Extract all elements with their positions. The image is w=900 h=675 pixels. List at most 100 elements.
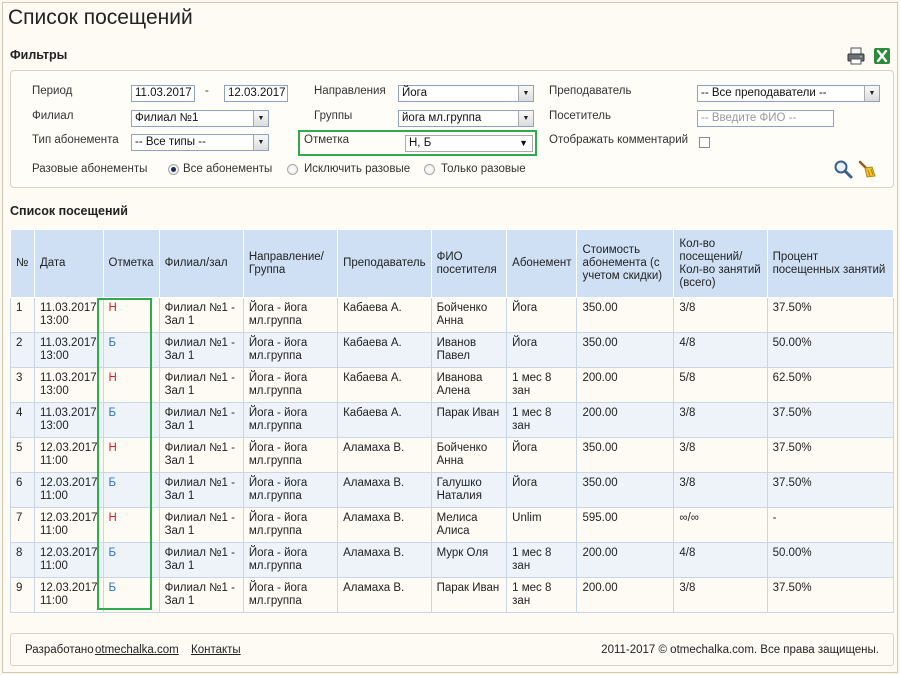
cell-visitor-line1: Мелиса [436, 512, 478, 524]
cell-percent-line1: - [772, 512, 777, 524]
cell-percent: 50.00% [766, 332, 895, 368]
cell-direction-line2: мл.группа [248, 455, 302, 467]
cell-subscription-line1: 1 мес 8 зан [512, 407, 552, 432]
printer-icon[interactable] [846, 46, 866, 66]
cell-num-line1: 6 [16, 477, 23, 489]
col-header-num: № [10, 229, 35, 298]
cell-branch-line2: Зал 1 [164, 385, 195, 397]
cell-direction-line1: Йога - йога [248, 337, 308, 349]
cell-price-line1: 350.00 [582, 442, 618, 454]
col-header-mark: Отметка [102, 229, 160, 298]
cell-count: 3/8 [673, 437, 768, 473]
cell-num: 5 [10, 437, 35, 473]
cell-visitor: Бойченко Анна [430, 297, 508, 333]
col-header-teacher: Преподаватель [337, 229, 432, 298]
cell-direction-line1: Йога - йога [248, 512, 308, 524]
radio-only-label: Только разовые [441, 163, 526, 175]
cell-date: 11.03.2017 13:00 [33, 402, 104, 438]
cell-direction-line2: мл.группа [248, 595, 302, 607]
cell-date-line1: 11.03.2017 [39, 302, 97, 314]
radio-only[interactable] [424, 164, 435, 175]
cell-direction: Йога - йога мл.группа [242, 472, 339, 508]
subscription-type-label: Тип абонемента [32, 134, 119, 146]
groups-select-value: йога мл.группа [402, 112, 482, 124]
cell-teacher-line1: Аламаха В. [343, 582, 405, 594]
cell-count-line1: 3/8 [679, 477, 696, 489]
footer-developed-by: Разработано [25, 644, 94, 656]
footer-contacts-link[interactable]: Контакты [191, 644, 241, 656]
cell-visitor-line2: Наталия [436, 490, 482, 502]
period-from-input[interactable]: 11.03.2017 [131, 85, 195, 102]
cell-price-line1: 200.00 [582, 372, 618, 384]
cell-branch-line1: Филиал №1 - [164, 477, 235, 489]
cell-subscription: 1 мес 8 зан [506, 577, 578, 613]
cell-branch-line1: Филиал №1 - [164, 547, 235, 559]
cell-branch: Филиал №1 - Зал 1 [158, 472, 244, 508]
cell-branch-line1: Филиал №1 - [164, 337, 235, 349]
cell-teacher: Кабаева А. [337, 367, 432, 403]
cell-date: 12.03.2017 11:00 [33, 507, 104, 543]
period-to-input[interactable]: 12.03.2017 [224, 85, 288, 102]
cell-num: 7 [10, 507, 35, 543]
cell-visitor: Иванов Павел [430, 332, 508, 368]
cell-direction-line2: мл.группа [248, 525, 302, 537]
cell-price: 350.00 [576, 437, 675, 473]
groups-select[interactable]: йога мл.группа ▼ [398, 110, 534, 127]
col-header-percent: Процент посещенных занятий [766, 229, 895, 298]
cell-subscription-line1: 1 мес 8 зан [512, 547, 552, 572]
cell-teacher-line1: Кабаева А. [343, 337, 402, 349]
cell-percent-line1: 62.50% [772, 372, 812, 384]
excel-icon[interactable] [872, 46, 892, 66]
radio-all[interactable] [168, 164, 179, 175]
directions-label: Направления [314, 85, 386, 97]
cell-branch-line2: Зал 1 [164, 560, 195, 572]
cell-count-line1: 3/8 [679, 302, 696, 314]
visitor-input[interactable]: -- Введите ФИО -- [697, 110, 834, 127]
cell-percent-line1: 37.50% [772, 477, 812, 489]
cell-num: 1 [10, 297, 35, 333]
col-header-date: Дата [33, 229, 104, 298]
chevron-down-icon: ▼ [864, 86, 879, 101]
magnifier-icon[interactable] [833, 159, 853, 179]
cell-branch-line1: Филиал №1 - [164, 372, 235, 384]
cell-percent-line1: 50.00% [772, 547, 812, 559]
cell-date-line1: 12.03.2017 [39, 582, 98, 594]
teacher-select[interactable]: -- Все преподаватели -- ▼ [697, 85, 880, 102]
cell-date-line2: 13:00 [39, 385, 69, 397]
cell-direction-line1: Йога - йога [248, 302, 308, 314]
footer-copyright: 2011-2017 © otmechalka.com. Все права за… [601, 644, 879, 656]
branch-label: Филиал [32, 110, 74, 122]
cell-date-line1: 12.03.2017 [39, 442, 98, 454]
cell-visitor-line1: Парак Иван [436, 582, 500, 594]
broom-icon[interactable] [857, 159, 877, 179]
cell-direction-line2: мл.группа [248, 560, 302, 572]
cell-direction: Йога - йога мл.группа [242, 367, 339, 403]
cell-teacher: Аламаха В. [337, 437, 432, 473]
cell-branch: Филиал №1 - Зал 1 [158, 297, 244, 333]
subscription-type-select[interactable]: -- Все типы -- ▼ [131, 134, 269, 151]
cell-num-line1: 2 [16, 337, 23, 349]
cell-num-line1: 3 [16, 372, 23, 384]
show-comments-checkbox[interactable] [699, 137, 710, 148]
cell-num-line1: 5 [16, 442, 23, 454]
branch-select[interactable]: Филиал №1 ▼ [131, 110, 269, 127]
cell-price: 200.00 [576, 402, 675, 438]
directions-select[interactable]: Йога ▼ [398, 85, 534, 102]
cell-branch-line2: Зал 1 [164, 525, 195, 537]
visits-list-title: Список посещений [10, 204, 128, 218]
cell-date-line2: 13:00 [39, 420, 69, 432]
period-separator: - [205, 85, 209, 97]
radio-exclude[interactable] [287, 164, 298, 175]
cell-visitor-line1: Галушко [436, 477, 482, 489]
cell-percent: 37.50% [766, 472, 895, 508]
cell-branch: Филиал №1 - Зал 1 [158, 542, 244, 578]
cell-price: 350.00 [576, 472, 675, 508]
cell-date-line1: 11.03.2017 [39, 337, 97, 349]
cell-visitor-line2: Анна [436, 315, 464, 327]
cell-count: 3/8 [673, 297, 768, 333]
cell-branch-line2: Зал 1 [164, 420, 195, 432]
cell-subscription-line1: Йога [512, 302, 538, 314]
footer-site-link[interactable]: otmechalka.com [95, 644, 179, 656]
cell-count: 3/8 [673, 577, 768, 613]
mark-select[interactable]: Н, Б ▼ [405, 135, 533, 152]
